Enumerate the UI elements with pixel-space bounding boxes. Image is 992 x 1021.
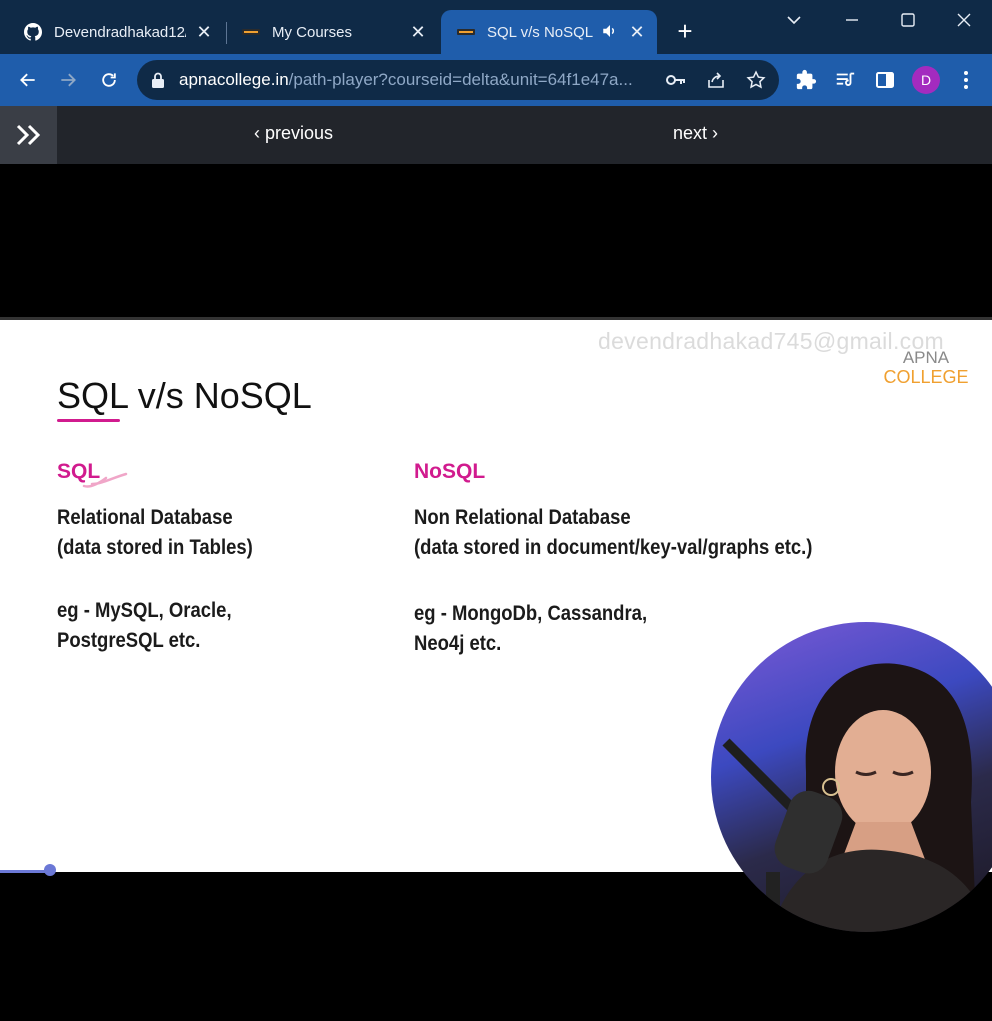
- sql-example-1: eg - MySQL, Oracle,: [57, 599, 232, 622]
- tab-sql-vs-nosql[interactable]: SQL v/s NoSQL ✕: [441, 10, 657, 54]
- close-window-icon[interactable]: [944, 6, 984, 34]
- profile-avatar[interactable]: D: [912, 66, 940, 94]
- maximize-icon[interactable]: [888, 6, 928, 34]
- url-text[interactable]: apnacollege.in/path-player?courseid=delt…: [179, 70, 633, 90]
- slide-title: SQL v/s NoSQL: [57, 375, 312, 416]
- share-icon[interactable]: [705, 69, 727, 91]
- video-player[interactable]: devendradhakad745@gmail.com APNA COLLEGE…: [0, 164, 992, 1021]
- minimize-icon[interactable]: [832, 6, 872, 34]
- next-button[interactable]: next ›: [673, 123, 718, 144]
- forward-icon[interactable]: [54, 66, 82, 94]
- nosql-description-1: Non Relational Database: [414, 506, 631, 529]
- apna-college-logo: APNA COLLEGE: [883, 348, 968, 386]
- tab-github[interactable]: Devendradhakad12/ ✕: [8, 10, 224, 54]
- tab-strip: Devendradhakad12/ ✕ My Courses ✕ SQL v/s…: [0, 0, 992, 54]
- close-tab-icon[interactable]: ✕: [627, 22, 647, 42]
- previous-label: previous: [265, 123, 334, 143]
- browser-toolbar: apnacollege.in/path-player?courseid=delt…: [0, 54, 992, 106]
- double-chevron-right-icon: [16, 124, 40, 146]
- back-icon[interactable]: [14, 66, 42, 94]
- tab-title: My Courses: [272, 23, 353, 41]
- presenter-image: [722, 663, 991, 932]
- sql-description-1: Relational Database: [57, 506, 233, 529]
- previous-button[interactable]: ‹ previous: [254, 123, 333, 144]
- title-underline: [57, 419, 120, 422]
- course-nav-bar: ‹ previous next ›: [0, 106, 992, 164]
- chevron-right-icon: ›: [712, 123, 719, 143]
- close-tab-icon[interactable]: ✕: [408, 22, 428, 42]
- svg-text:APNA: APNA: [903, 348, 950, 367]
- expand-sidebar-button[interactable]: [0, 106, 57, 164]
- nosql-example-2: Neo4j etc.: [414, 632, 502, 655]
- lecture-slide: devendradhakad745@gmail.com APNA COLLEGE…: [0, 317, 992, 932]
- address-bar[interactable]: apnacollege.in/path-player?courseid=delt…: [137, 60, 779, 100]
- github-icon: [24, 23, 42, 41]
- close-tab-icon[interactable]: ✕: [194, 22, 214, 42]
- tab-title: Devendradhakad12/: [54, 23, 186, 41]
- svg-text:COLLEGE: COLLEGE: [883, 367, 968, 386]
- nosql-description-2: (data stored in document/key-val/graphs …: [414, 536, 813, 559]
- more-menu-icon[interactable]: [953, 67, 979, 93]
- bookmark-star-icon[interactable]: [745, 69, 767, 91]
- tab-my-courses[interactable]: My Courses ✕: [226, 10, 438, 54]
- presenter-webcam: [711, 622, 992, 932]
- next-label: next: [673, 123, 708, 143]
- url-path: /path-player?courseid=delta&unit=64f1e47…: [288, 70, 633, 89]
- lock-icon[interactable]: [151, 71, 167, 89]
- sql-example-2: PostgreSQL etc.: [57, 629, 201, 652]
- apna-college-icon: [242, 23, 260, 41]
- reload-icon[interactable]: [95, 66, 123, 94]
- side-panel-icon[interactable]: [872, 67, 898, 93]
- extensions-icon[interactable]: [793, 67, 819, 93]
- speaker-icon[interactable]: [601, 22, 621, 42]
- nosql-example-1: eg - MongoDb, Cassandra,: [414, 602, 648, 625]
- video-progress-bar[interactable]: [0, 870, 50, 873]
- new-tab-button[interactable]: +: [672, 18, 698, 44]
- url-host: apnacollege.in: [179, 70, 289, 89]
- chevron-left-icon: ‹: [254, 123, 260, 143]
- apna-college-icon: [457, 23, 475, 41]
- sql-description-2: (data stored in Tables): [57, 536, 253, 559]
- key-icon[interactable]: [665, 69, 687, 91]
- annotation-squiggle: [82, 472, 128, 488]
- tab-title: SQL v/s NoSQL: [487, 23, 594, 41]
- tab-search-icon[interactable]: [774, 6, 814, 34]
- nosql-heading: NoSQL: [414, 460, 486, 483]
- media-controls-icon[interactable]: [832, 67, 858, 93]
- video-progress-handle[interactable]: [44, 864, 56, 876]
